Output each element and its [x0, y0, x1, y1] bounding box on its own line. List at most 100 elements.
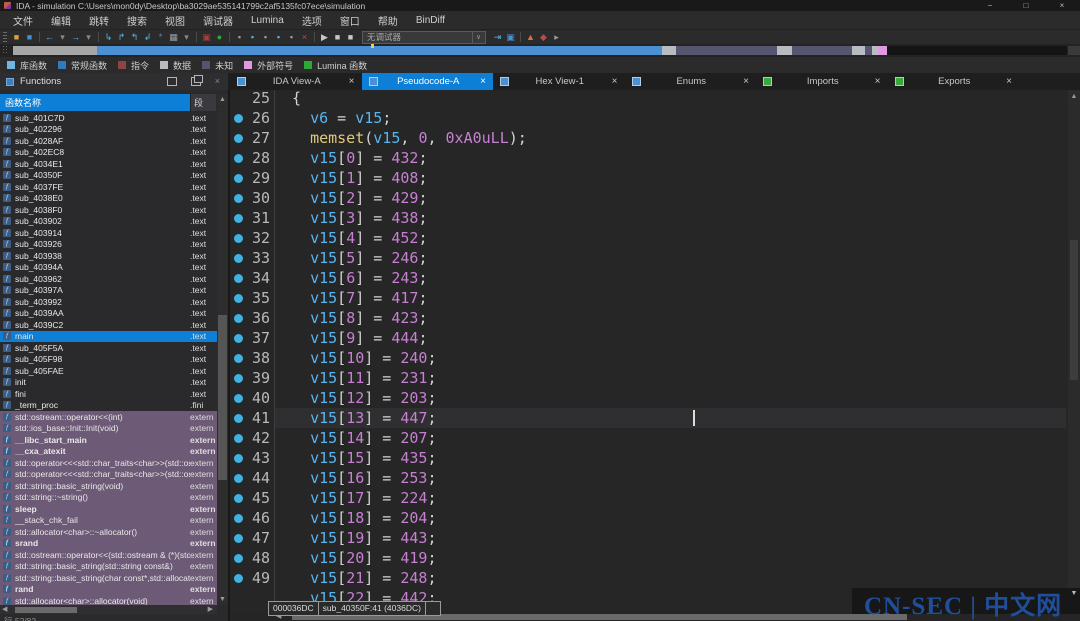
- function-row[interactable]: fsub_401C7D.text: [0, 112, 217, 124]
- function-row[interactable]: fsub_4037FE.text: [0, 181, 217, 193]
- code-text[interactable]: v15[14] = 207;: [292, 428, 437, 448]
- function-row[interactable]: fsub_4039AA.text: [0, 308, 217, 320]
- function-row[interactable]: fsub_4038F0.text: [0, 204, 217, 216]
- code-text[interactable]: {: [292, 90, 301, 108]
- code-text[interactable]: v15[4] = 452;: [292, 228, 427, 248]
- code-line[interactable]: 41 v15[13] = 447;: [230, 408, 1080, 428]
- navband-track[interactable]: [13, 46, 1067, 55]
- code-line[interactable]: 48 v15[20] = 419;: [230, 548, 1080, 568]
- tab-pseudocode-a[interactable]: Pseudocode-A×: [362, 73, 494, 90]
- code-text[interactable]: v15[9] = 444;: [292, 328, 427, 348]
- code-line[interactable]: 27 memset(v15, 0, 0xA0uLL);: [230, 128, 1080, 148]
- function-row[interactable]: fsub_405FAE.text: [0, 365, 217, 377]
- tab-close-icon[interactable]: ×: [473, 76, 493, 87]
- tab-close-icon[interactable]: ×: [736, 76, 756, 87]
- menu-item-3[interactable]: 搜索: [118, 13, 156, 28]
- function-row[interactable]: fsub_402296.text: [0, 124, 217, 136]
- menu-item-1[interactable]: 编辑: [42, 13, 80, 28]
- function-row[interactable]: fsub_405F98.text: [0, 354, 217, 366]
- code-text[interactable]: v15[15] = 435;: [292, 448, 437, 468]
- code-line[interactable]: 36 v15[8] = 423;: [230, 308, 1080, 328]
- function-row[interactable]: fstd::ostream::operator<<(int)extern: [0, 411, 217, 423]
- restore-icon[interactable]: □: [1008, 0, 1044, 11]
- function-row[interactable]: fstd::operator<<<std::char_traits<char>>…: [0, 469, 217, 481]
- code-text[interactable]: v15[17] = 224;: [292, 488, 437, 508]
- function-row[interactable]: f__stack_chk_failextern: [0, 515, 217, 527]
- function-row[interactable]: fsub_4028AF.text: [0, 135, 217, 147]
- functions-scroll-down-icon[interactable]: ▼: [217, 594, 228, 605]
- function-row[interactable]: fsub_402EC8.text: [0, 147, 217, 159]
- tab-hex-view-1[interactable]: Hex View-1×: [493, 73, 625, 90]
- function-row[interactable]: fstd::string::basic_string(std::string c…: [0, 561, 217, 573]
- jump-xref-from-icon[interactable]: ↲: [141, 31, 154, 43]
- nav-forward-menu-icon[interactable]: ▾: [82, 31, 95, 43]
- navband-drag-handle[interactable]: [3, 46, 8, 55]
- code-text[interactable]: v15[21] = 248;: [292, 568, 437, 588]
- tab-close-icon[interactable]: ×: [605, 76, 625, 87]
- code-text[interactable]: v15[8] = 423;: [292, 308, 427, 328]
- code-line[interactable]: 31 v15[3] = 438;: [230, 208, 1080, 228]
- panel-close-icon[interactable]: ×: [215, 73, 220, 90]
- apply-patch-icon[interactable]: ▪: [272, 31, 285, 43]
- code-line[interactable]: 35 v15[7] = 417;: [230, 288, 1080, 308]
- menu-item-9[interactable]: 帮助: [369, 13, 407, 28]
- function-row[interactable]: fsub_4034E1.text: [0, 158, 217, 170]
- code-line[interactable]: 28 v15[0] = 432;: [230, 148, 1080, 168]
- functions-hscroll-left-icon[interactable]: ◀: [2, 606, 7, 614]
- code-text[interactable]: v15[0] = 432;: [292, 148, 427, 168]
- code-text[interactable]: v6 = v15;: [292, 108, 391, 128]
- function-row[interactable]: f_term_proc.fini: [0, 400, 217, 412]
- tool-flag-icon[interactable]: ▸: [550, 31, 563, 43]
- function-row[interactable]: fstd::ios_base::Init::Init(void)extern: [0, 423, 217, 435]
- function-row[interactable]: fsub_40394A.text: [0, 262, 217, 274]
- code-line[interactable]: 38 v15[10] = 240;: [230, 348, 1080, 368]
- code-text[interactable]: v15[10] = 240;: [292, 348, 437, 368]
- toolbar-drag-handle[interactable]: [3, 32, 7, 43]
- save-file-icon[interactable]: ■: [23, 31, 36, 43]
- jump-address-icon[interactable]: ↳: [102, 31, 115, 43]
- functions-vscrollbar[interactable]: [217, 107, 228, 604]
- code-line[interactable]: 44 v15[16] = 253;: [230, 468, 1080, 488]
- tab-ida-view-a[interactable]: IDA View-A×: [230, 73, 362, 90]
- panel-maximize-icon[interactable]: [167, 77, 177, 86]
- navband-segment[interactable]: [676, 46, 777, 55]
- debugger-windows-icon[interactable]: ▣: [504, 31, 517, 43]
- code-line[interactable]: 37 v15[9] = 444;: [230, 328, 1080, 348]
- function-row[interactable]: fsub_403914.text: [0, 227, 217, 239]
- set-type-icon[interactable]: ▪: [285, 31, 298, 43]
- column-header-segment[interactable]: 段: [190, 94, 216, 111]
- code-text[interactable]: v15[16] = 253;: [292, 468, 437, 488]
- lumina-pull-icon[interactable]: *: [154, 31, 167, 43]
- functions-hscroll-thumb[interactable]: [15, 607, 77, 613]
- function-row[interactable]: fsub_405F5A.text: [0, 342, 217, 354]
- code-text[interactable]: v15[1] = 408;: [292, 168, 427, 188]
- code-line[interactable]: 49 v15[21] = 248;: [230, 568, 1080, 588]
- debug-stop-icon[interactable]: ■: [344, 31, 357, 43]
- nav-back-icon[interactable]: ←: [43, 31, 56, 43]
- tab-imports[interactable]: Imports×: [756, 73, 888, 90]
- code-line[interactable]: 33 v15[5] = 246;: [230, 248, 1080, 268]
- breakpoint-list-icon[interactable]: ▣: [200, 31, 213, 43]
- code-text[interactable]: v15[19] = 443;: [292, 528, 437, 548]
- rename-icon[interactable]: ▪: [259, 31, 272, 43]
- menu-item-10[interactable]: BinDiff: [407, 15, 454, 26]
- code-text[interactable]: v15[5] = 246;: [292, 248, 427, 268]
- debug-run-icon[interactable]: ▶: [318, 31, 331, 43]
- open-views-menu-icon[interactable]: ▾: [180, 31, 193, 43]
- jump-name-icon[interactable]: ↱: [115, 31, 128, 43]
- code-line[interactable]: 47 v15[19] = 443;: [230, 528, 1080, 548]
- code-text[interactable]: v15[12] = 203;: [292, 388, 437, 408]
- function-row[interactable]: fsub_403926.text: [0, 239, 217, 251]
- function-row[interactable]: fstd::string::basic_string(char const*,s…: [0, 572, 217, 584]
- code-text[interactable]: v15[13] = 447;: [292, 408, 437, 428]
- minimize-icon[interactable]: −: [972, 0, 1008, 11]
- code-line[interactable]: 40 v15[12] = 203;: [230, 388, 1080, 408]
- functions-hscrollbar[interactable]: ◀ ▶: [0, 605, 217, 614]
- code-scroll-down-icon[interactable]: ▼: [1068, 588, 1080, 599]
- open-file-icon[interactable]: ■: [10, 31, 23, 43]
- navband-segment[interactable]: [852, 46, 865, 55]
- function-row[interactable]: fsub_403962.text: [0, 273, 217, 285]
- code-line[interactable]: 45 v15[17] = 224;: [230, 488, 1080, 508]
- menu-item-4[interactable]: 视图: [156, 13, 194, 28]
- function-row[interactable]: fsub_403938.text: [0, 250, 217, 262]
